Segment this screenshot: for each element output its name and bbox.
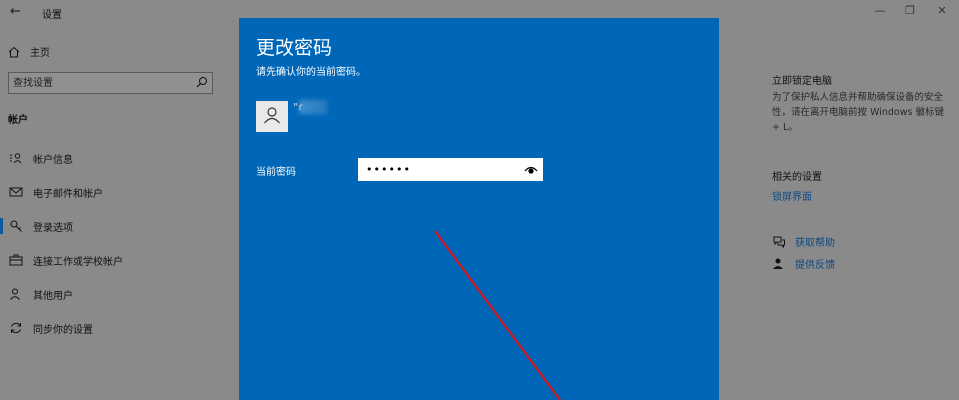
user-name-blur: [299, 100, 327, 114]
password-label: 当前密码: [256, 167, 296, 178]
sidebar-item-label: 电子邮件和帐户: [33, 188, 103, 200]
search-icon[interactable]: [196, 76, 208, 88]
sidebar-item-sign-in-options[interactable]: 登录选项: [0, 213, 225, 239]
sidebar-item-label: 其他用户: [33, 290, 73, 302]
window-title: 设置: [42, 10, 62, 21]
related-settings-title: 相关的设置: [772, 172, 822, 183]
lock-screen-link[interactable]: 锁屏界面: [772, 188, 812, 203]
key-icon: [10, 220, 22, 232]
password-input[interactable]: [359, 159, 519, 180]
sidebar-item-label: 帐户信息: [33, 154, 73, 166]
maximize-button[interactable]: ❐: [902, 4, 918, 17]
person-add-icon: [10, 288, 20, 300]
sidebar-item-label: 连接工作或学校帐户: [33, 256, 123, 268]
sidebar-item-other-users[interactable]: 其他用户: [0, 281, 225, 307]
mail-icon: [9, 187, 23, 197]
get-help-label: 获取帮助: [795, 238, 835, 249]
dialog-subtitle: 请先确认你的当前密码。: [256, 67, 366, 78]
sidebar-item-label: 登录选项: [33, 222, 73, 234]
lock-pc-title: 立即锁定电脑: [772, 76, 832, 87]
person-card-icon: [10, 153, 22, 164]
minimize-button[interactable]: —: [872, 4, 888, 17]
sidebar-home[interactable]: 主页: [8, 44, 50, 59]
sidebar-item-email-accounts[interactable]: 电子邮件和帐户: [0, 179, 225, 205]
close-button[interactable]: ✕: [934, 4, 950, 17]
search-box[interactable]: [8, 72, 213, 94]
dialog-title: 更改密码: [256, 37, 333, 59]
get-help-link[interactable]: 获取帮助: [772, 234, 835, 249]
change-password-dialog: 更改密码 请先确认你的当前密码。 "r 当前密码: [239, 18, 719, 400]
sync-icon: [11, 322, 21, 334]
chat-help-icon: [773, 236, 785, 248]
password-field[interactable]: [358, 158, 543, 181]
back-arrow-icon[interactable]: ←: [10, 4, 21, 19]
sidebar-item-label: 同步你的设置: [33, 324, 93, 336]
sidebar-item-work-school[interactable]: 连接工作或学校帐户: [0, 247, 225, 273]
avatar: [256, 101, 288, 132]
sidebar: 主页 帐户 帐户信息 电子邮件和帐户: [0, 24, 225, 400]
briefcase-icon: [9, 254, 23, 266]
search-input[interactable]: [9, 73, 189, 93]
give-feedback-label: 提供反馈: [795, 260, 835, 271]
section-title: 帐户: [8, 115, 28, 126]
eye-icon[interactable]: [524, 164, 538, 176]
home-icon: [8, 46, 20, 57]
feedback-icon: [773, 258, 783, 269]
sidebar-item-account-info[interactable]: 帐户信息: [0, 145, 225, 171]
user-avatar-icon: [264, 107, 280, 124]
give-feedback-link[interactable]: 提供反馈: [772, 256, 835, 271]
sidebar-item-sync-settings[interactable]: 同步你的设置: [0, 315, 225, 341]
sidebar-home-label: 主页: [30, 48, 50, 59]
lock-pc-description: 为了保护私人信息并帮助确保设备的安全性，请在离开电脑前按 Windows 徽标键…: [772, 92, 944, 133]
